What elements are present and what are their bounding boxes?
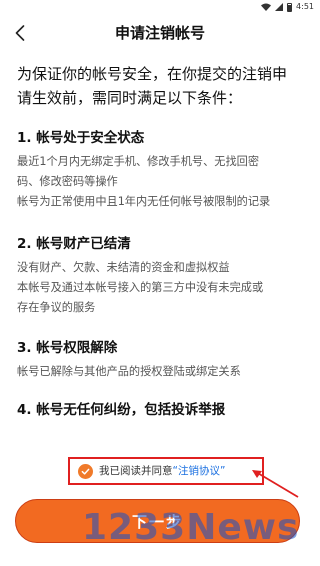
condition-detail: 最近1个月内无绑定手机、修改手机号、无找回密 xyxy=(17,155,260,168)
condition-section-4: 4. 帐号无任何纠纷，包括投诉举报 xyxy=(17,400,309,420)
condition-title: 1. 帐号处于安全状态 xyxy=(17,130,145,146)
status-icons: 4:51 xyxy=(261,2,314,12)
check-icon xyxy=(81,468,90,475)
condition-detail: 帐号已解除与其他产品的授权登陆或绑定关系 xyxy=(17,365,241,378)
agreement-label: 我已阅读并同意“注销协议” xyxy=(99,464,225,478)
condition-detail: 本帐号及通过本帐号接入的第三方中没有未完成或 xyxy=(17,281,264,294)
condition-section-3: 3. 帐号权限解除 帐号已解除与其他产品的授权登陆或绑定关系 xyxy=(17,338,309,382)
agreement-prefix: 我已阅读并同意 xyxy=(99,465,173,477)
condition-detail: 存在争议的服务 xyxy=(17,301,96,314)
intro-text: 为保证你的帐号安全，在你提交的注销申 请生效前，需同时满足以下条件： xyxy=(17,62,307,110)
condition-section-2: 2. 帐号财产已结清 没有财产、欠款、未结清的资金和虚拟权益 本帐号及通过本帐号… xyxy=(17,234,309,318)
battery-icon xyxy=(287,2,293,12)
condition-section-1: 1. 帐号处于安全状态 最近1个月内无绑定手机、修改手机号、无找回密 码、修改密… xyxy=(17,128,309,212)
condition-title: 3. 帐号权限解除 xyxy=(17,340,118,356)
condition-detail: 帐号为正常使用中且1年内无任何帐号被限制的记录 xyxy=(17,195,271,208)
agreement-row: 我已阅读并同意“注销协议” xyxy=(68,457,264,485)
condition-detail: 没有财产、欠款、未结清的资金和虚拟权益 xyxy=(17,261,230,274)
cancel-agreement-link[interactable]: “注销协议” xyxy=(173,465,226,477)
status-time: 4:51 xyxy=(296,2,314,11)
intro-line-2: 请生效前，需同时满足以下条件： xyxy=(17,89,243,107)
agreement-checkbox[interactable] xyxy=(78,463,93,479)
signal-icon xyxy=(275,3,284,11)
nav-bar: 申请注销帐号 xyxy=(0,14,320,54)
condition-title: 4. 帐号无任何纠纷，包括投诉举报 xyxy=(17,402,226,418)
status-bar: 4:51 xyxy=(0,0,320,14)
condition-title: 2. 帐号财产已结清 xyxy=(17,236,131,252)
condition-detail: 码、修改密码等操作 xyxy=(17,175,118,188)
annotation-arrow-icon xyxy=(252,470,299,498)
wifi-icon xyxy=(261,3,272,11)
intro-line-1: 为保证你的帐号安全，在你提交的注销申 xyxy=(17,65,288,83)
watermark: 1233News xyxy=(82,507,300,548)
cancel-account-page: 4:51 申请注销帐号 为保证你的帐号安全，在你提交的注销申 请生效前，需同时满… xyxy=(0,0,320,566)
page-title: 申请注销帐号 xyxy=(114,24,205,42)
